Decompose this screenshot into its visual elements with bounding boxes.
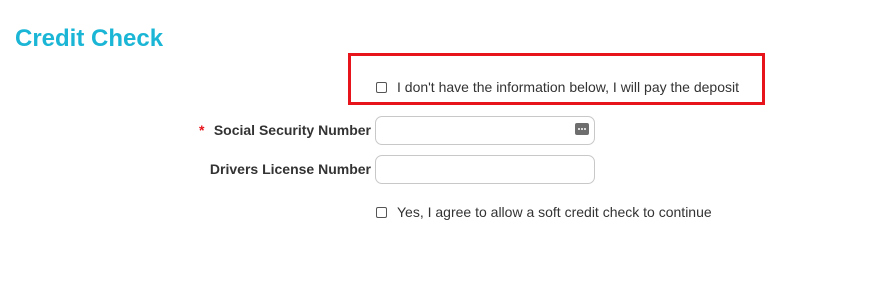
password-manager-icon[interactable] xyxy=(575,123,589,135)
section-title: Credit Check xyxy=(15,25,164,52)
no-info-option[interactable]: I don't have the information below, I wi… xyxy=(376,79,739,95)
ssn-input[interactable] xyxy=(375,116,595,145)
drivers-license-input[interactable] xyxy=(375,155,595,184)
ssn-label: Social Security Number xyxy=(213,122,371,138)
agree-label: Yes, I agree to allow a soft credit chec… xyxy=(397,204,712,220)
agree-checkbox[interactable] xyxy=(376,206,387,218)
no-info-checkbox[interactable] xyxy=(376,81,387,93)
agree-option[interactable]: Yes, I agree to allow a soft credit chec… xyxy=(376,204,712,220)
drivers-license-label: Drivers License Number xyxy=(209,161,371,177)
no-info-label: I don't have the information below, I wi… xyxy=(397,79,739,95)
required-indicator: * xyxy=(199,122,205,138)
